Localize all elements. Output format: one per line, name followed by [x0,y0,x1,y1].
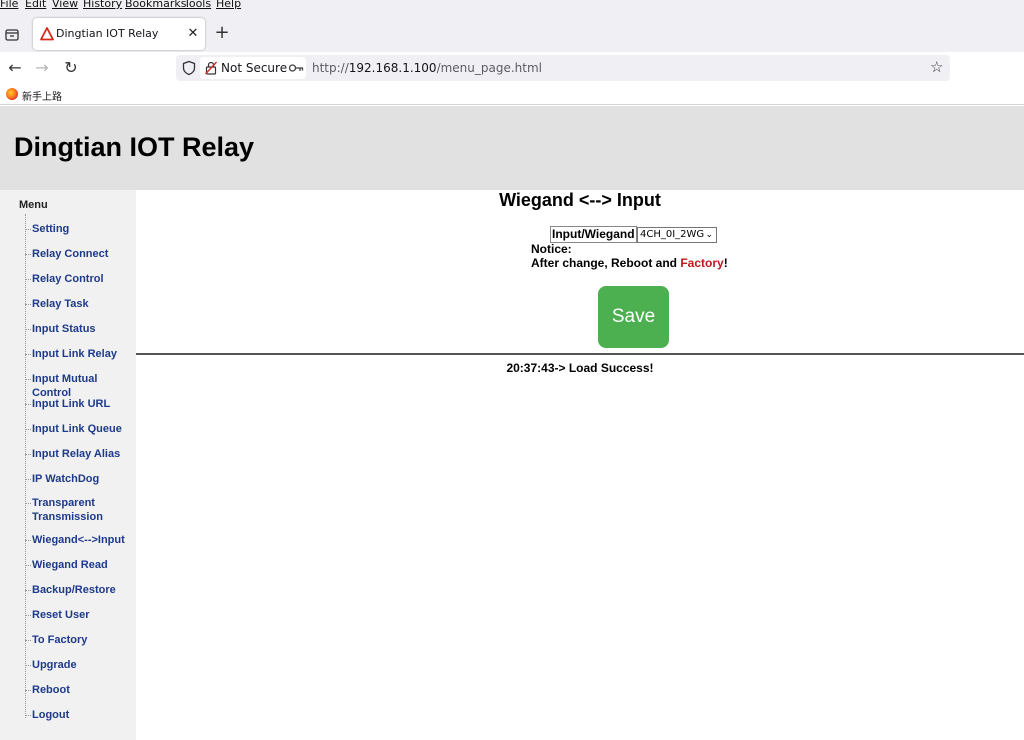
page-header: Dingtian IOT Relay [0,106,1024,190]
status-message: 20:37:43-> Load Success! [506,361,654,375]
notice-factory: Factory [680,256,724,270]
back-icon[interactable]: ← [6,59,24,77]
menu-file[interactable]: File [0,0,18,9]
sidebar-item-upgrade[interactable]: Upgrade [25,658,136,672]
star-icon[interactable]: ☆ [930,58,943,76]
sidebar-item-wiegand-input[interactable]: Wiegand<-->Input [25,533,136,547]
sidebar-item-transparent-transmission[interactable]: Transparent Transmission [25,496,112,524]
save-button[interactable]: Save [598,286,669,348]
menu-tools[interactable]: Tools [184,0,211,9]
sidebar-item-input-link-queue[interactable]: Input Link Queue [25,422,136,436]
site-title: Dingtian IOT Relay [14,132,255,162]
not-secure-label: Not Secure [221,61,288,75]
input-wiegand-label: Input/Wiegand [550,226,637,243]
bookmark-getting-started[interactable]: 新手上路 [22,88,62,103]
sidebar-item-input-link-url[interactable]: Input Link URL [25,397,136,411]
menu-title: Menu [19,199,48,211]
menu-history[interactable]: History [83,0,122,9]
sidebar-item-relay-connect[interactable]: Relay Connect [25,247,136,261]
sidebar-item-input-relay-alias[interactable]: Input Relay Alias [25,447,136,461]
menu-edit[interactable]: Edit [25,0,46,9]
app-menu-bar: File Edit View History Bookmarks Tools H… [0,0,1024,14]
input-wiegand-select[interactable]: 4CH_0I_2WG ⌄ [637,227,717,243]
tab-bar: Dingtian IOT Relay ✕ + [0,14,1024,52]
key-icon[interactable] [288,61,304,75]
menu-help[interactable]: Help [216,0,241,9]
select-value: 4CH_0I_2WG [640,229,705,240]
sidebar-item-backup-restore[interactable]: Backup/Restore [25,583,136,597]
lock-icon [205,61,217,75]
firefox-icon [6,88,18,100]
sidebar-item-ip-watchdog[interactable]: IP WatchDog [25,472,136,486]
tab-list-icon[interactable] [4,26,20,42]
notice-heading: Notice: [531,242,572,256]
divider [136,353,1024,355]
sidebar-item-relay-control[interactable]: Relay Control [25,272,136,286]
sidebar-item-input-link-relay[interactable]: Input Link Relay [25,347,136,361]
bookmarks-toolbar: 新手上路 [0,84,1024,105]
notice-text: Notice: After change, Reboot and Factory… [531,242,728,270]
tab-title: Dingtian IOT Relay [56,27,159,40]
url-bar[interactable]: Not Secure http://192.168.1.100/menu_pag… [176,55,950,81]
chevron-down-icon: ⌄ [705,230,713,240]
warning-favicon-icon [40,27,54,41]
sidebar-item-input-mutual-control[interactable]: Input Mutual Control [25,372,136,400]
sidebar-item-to-factory[interactable]: To Factory [25,633,136,647]
forward-icon[interactable]: → [33,59,51,77]
menu-tree-line [25,214,26,718]
reload-icon[interactable]: ↻ [62,59,80,77]
sidebar-menu: Menu Setting Relay Connect Relay Control… [0,190,136,740]
sidebar-item-reset-user[interactable]: Reset User [25,608,136,622]
sidebar-item-wiegand-read[interactable]: Wiegand Read [25,558,136,572]
url-text[interactable]: http://192.168.1.100/menu_page.html [312,61,542,75]
shield-icon[interactable] [182,60,196,76]
page-title: Wiegand <--> Input [499,190,661,210]
sidebar-item-reboot[interactable]: Reboot [25,683,136,697]
sidebar-item-relay-task[interactable]: Relay Task [25,297,136,311]
navigation-bar: ← → ↻ Not Secure http://192.168.1.100/me… [0,52,1024,84]
sidebar-item-logout[interactable]: Logout [25,708,136,722]
active-tab[interactable]: Dingtian IOT Relay ✕ [33,18,205,50]
notice-body: After change, Reboot and Factory! [531,256,728,270]
web-page: Dingtian IOT Relay Menu Setting Relay Co… [0,106,1024,740]
new-tab-button[interactable]: + [214,24,230,42]
menu-bookmarks[interactable]: Bookmarks [125,0,186,9]
sidebar-item-input-status[interactable]: Input Status [25,322,136,336]
close-icon[interactable]: ✕ [186,25,200,41]
menu-view[interactable]: View [52,0,78,9]
main-content: Wiegand <--> Input Input/Wiegand 4CH_0I_… [136,190,1024,740]
sidebar-item-setting[interactable]: Setting [25,222,136,236]
